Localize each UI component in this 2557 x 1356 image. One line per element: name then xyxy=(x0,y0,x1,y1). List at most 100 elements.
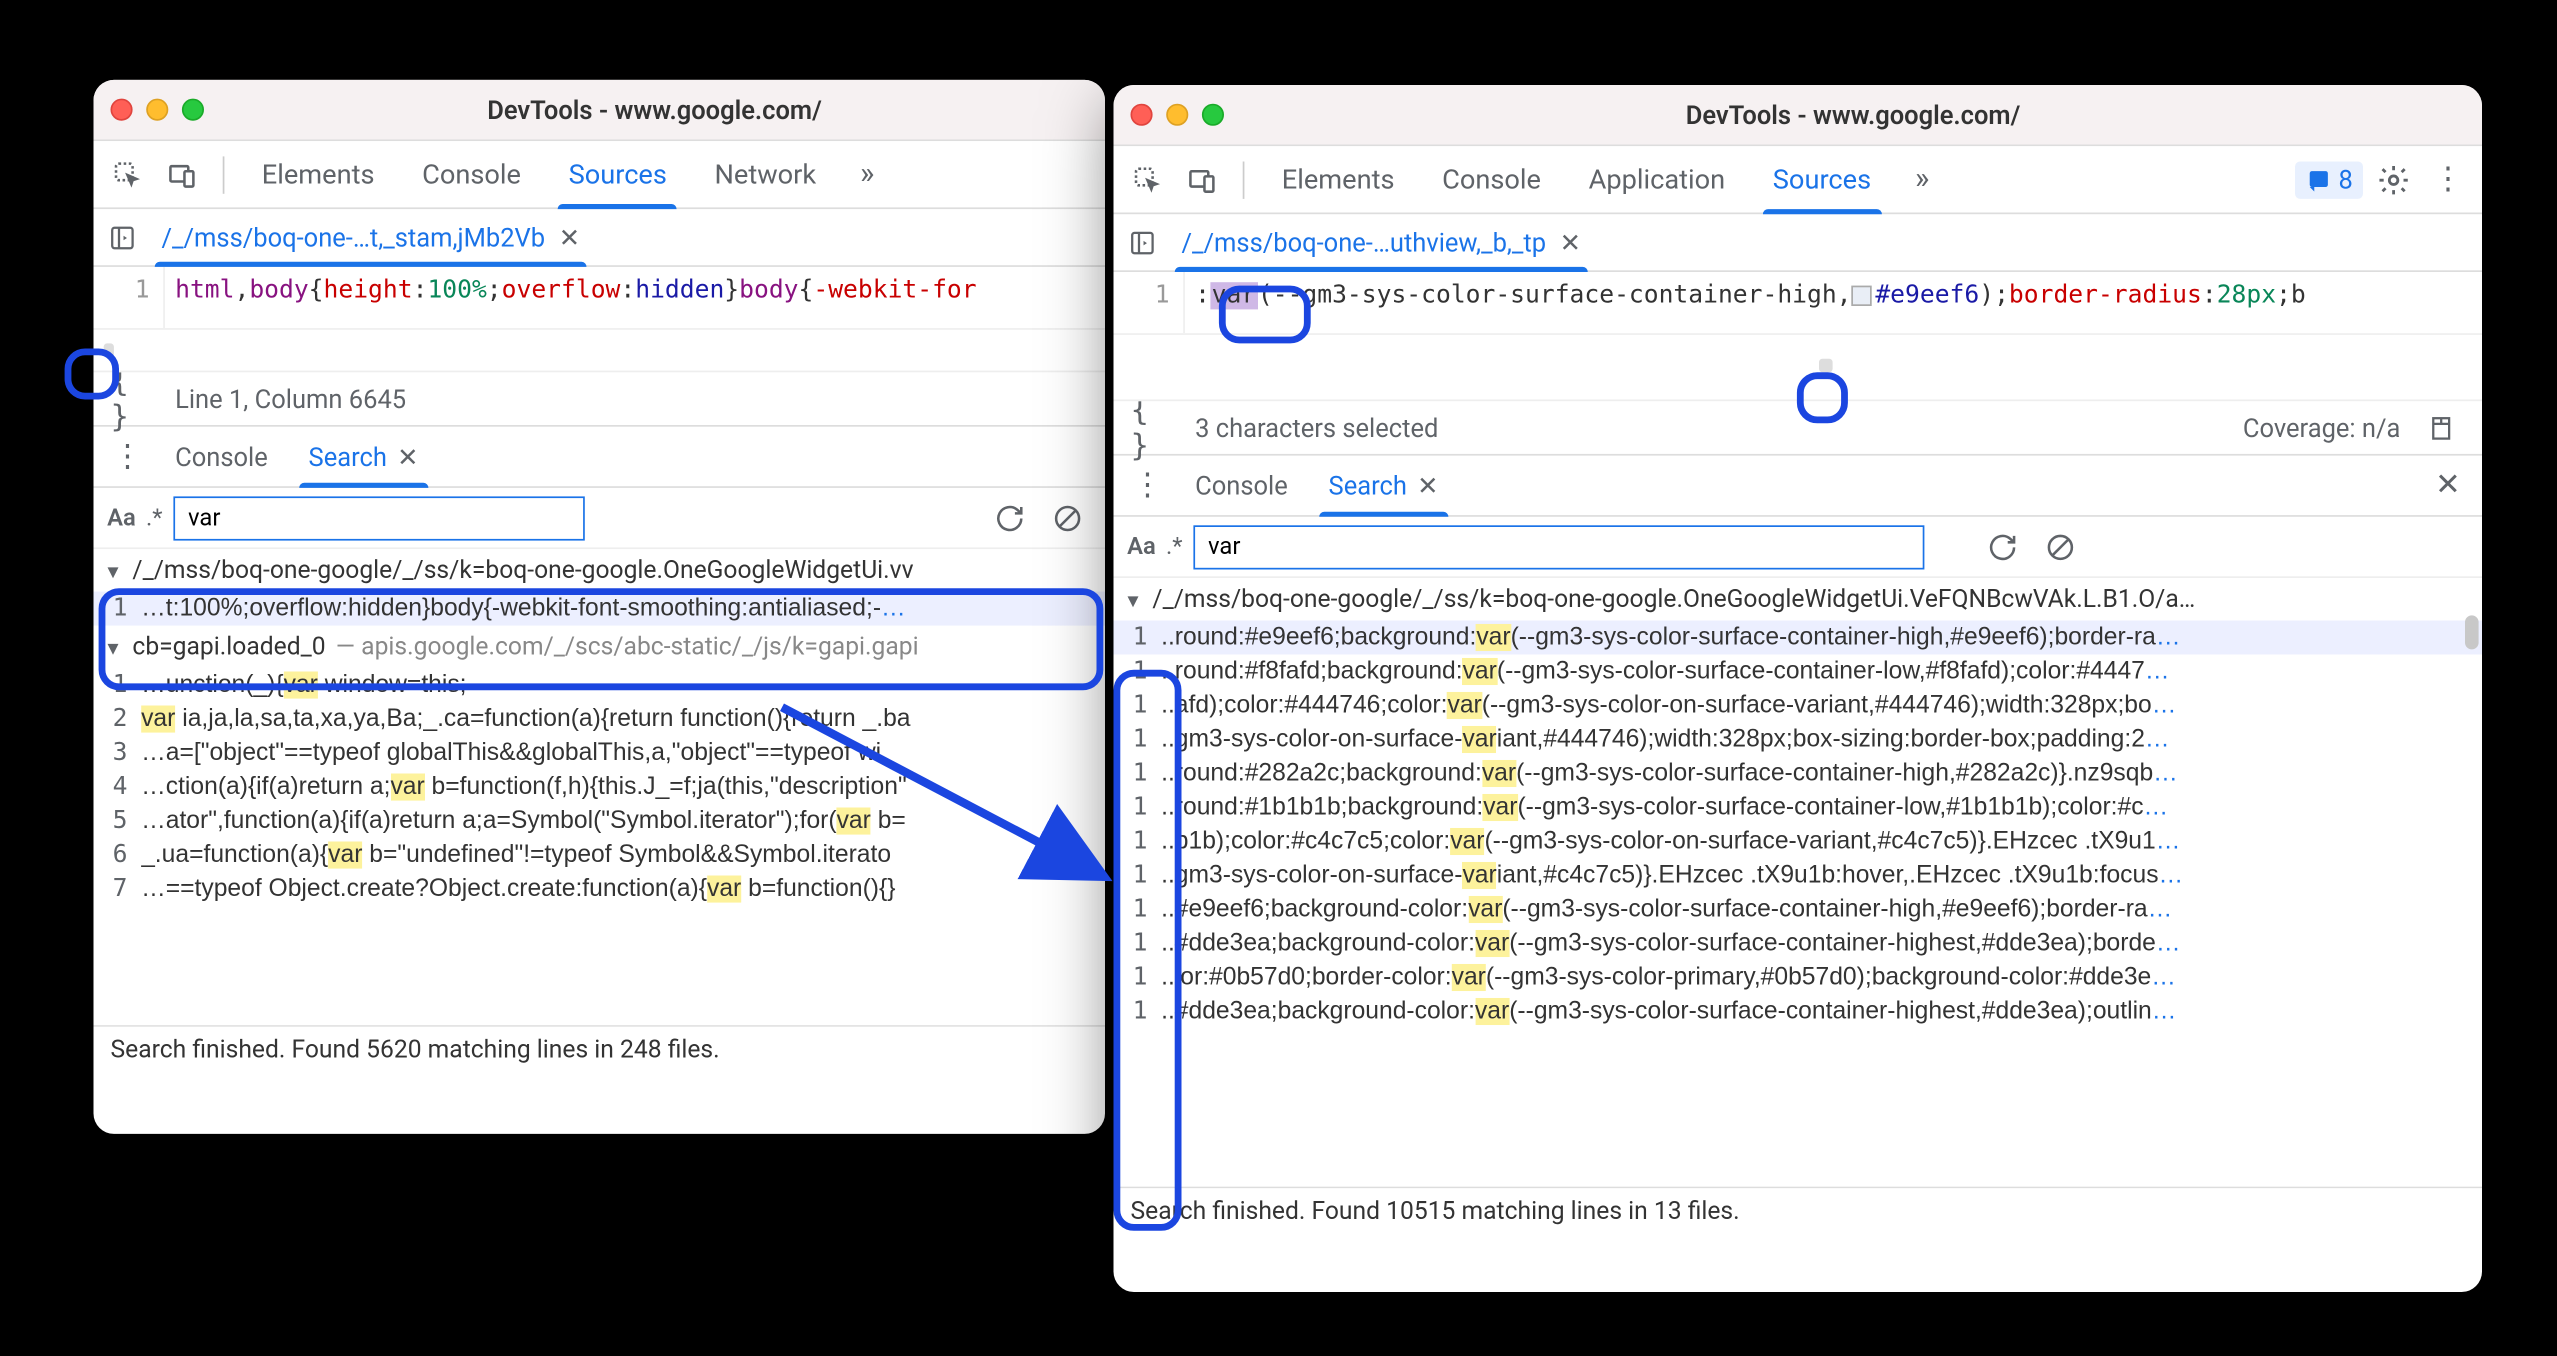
close-icon[interactable]: ✕ xyxy=(1560,227,1581,258)
result-line[interactable]: 1..b1b);color:#c4c7c5;color:var(--gm3-sy… xyxy=(1114,825,2483,859)
minimize-window-icon[interactable] xyxy=(1166,104,1188,126)
result-file-header[interactable]: ▼cb=gapi.loaded_0 — apis.google.com/_/sc… xyxy=(94,626,1106,669)
issues-count: 8 xyxy=(2338,164,2352,195)
navigator-toggle-icon[interactable] xyxy=(100,213,144,261)
refresh-icon[interactable] xyxy=(986,494,1034,542)
result-line[interactable]: 4…ction(a){if(a)return a;var b=function(… xyxy=(94,770,1106,804)
result-line[interactable]: 1…t:100%;overflow:hidden}body{-webkit-fo… xyxy=(94,592,1106,626)
file-tab[interactable]: /_/mss/boq-one-…t,_stam,jMb2Vb ✕ xyxy=(145,208,598,266)
search-results[interactable]: ▼/_/mss/boq-one-google/_/ss/k=boq-one-go… xyxy=(1114,578,2483,1187)
close-icon[interactable]: ✕ xyxy=(1417,470,1438,501)
search-input[interactable] xyxy=(173,496,585,540)
close-window-icon[interactable] xyxy=(1131,104,1153,126)
result-line[interactable]: 6_.ua=function(a){var b="undefined"!=typ… xyxy=(94,838,1106,872)
drawer-tab-search[interactable]: Search ✕ xyxy=(1312,455,1456,516)
maximize-window-icon[interactable] xyxy=(1202,104,1224,126)
result-line[interactable]: 3…a=["object"==typeof globalThis&&global… xyxy=(94,736,1106,770)
drawer-menu-icon[interactable]: ⋮ xyxy=(104,433,152,481)
search-status: Search finished. Found 10515 matching li… xyxy=(1114,1187,2483,1235)
main-toolbar: Elements Console Application Sources » 8… xyxy=(1114,146,2483,214)
regex-toggle[interactable]: .* xyxy=(146,504,163,531)
devtools-window-right: DevTools - www.google.com/ Elements Cons… xyxy=(1114,85,2483,1292)
minimize-window-icon[interactable] xyxy=(146,99,168,121)
issues-badge[interactable]: 8 xyxy=(2294,161,2363,198)
result-line[interactable]: 1..#e9eef6;background-color:var(--gm3-sy… xyxy=(1114,893,2483,927)
titlebar: DevTools - www.google.com/ xyxy=(1114,85,2483,146)
drawer-tab-search[interactable]: Search ✕ xyxy=(292,426,436,487)
result-line[interactable]: 1..#dde3ea;background-color:var(--gm3-sy… xyxy=(1114,995,2483,1029)
code-minimap[interactable] xyxy=(1114,333,2483,401)
drawer-tabs: ⋮ Console Search ✕ ✕ xyxy=(1114,456,2483,517)
tab-elements[interactable]: Elements xyxy=(1261,145,1415,213)
close-drawer-icon[interactable]: ✕ xyxy=(2424,462,2472,510)
search-input[interactable] xyxy=(1193,524,1924,568)
drawer-tab-console[interactable]: Console xyxy=(158,426,285,487)
search-status-text: Search finished. Found 5620 matching lin… xyxy=(111,1035,720,1064)
tab-application[interactable]: Application xyxy=(1568,145,1745,213)
result-line[interactable]: 1..round:#f8fafd;background:var(--gm3-sy… xyxy=(1114,655,2483,689)
settings-icon[interactable] xyxy=(2370,156,2418,204)
result-file-header[interactable]: ▼/_/mss/boq-one-google/_/ss/k=boq-one-go… xyxy=(1114,578,2483,621)
tab-elements[interactable]: Elements xyxy=(241,140,395,208)
result-line[interactable]: 7…==typeof Object.create?Object.create:f… xyxy=(94,872,1106,906)
close-icon[interactable]: ✕ xyxy=(559,222,580,253)
result-line[interactable]: 1..round:#282a2c;background:var(--gm3-sy… xyxy=(1114,757,2483,791)
result-line[interactable]: 1..round:#1b1b1b;background:var(--gm3-sy… xyxy=(1114,791,2483,825)
scrollbar-thumb[interactable] xyxy=(2465,615,2479,649)
search-status-text: Search finished. Found 10515 matching li… xyxy=(1131,1197,1740,1226)
inspect-icon[interactable] xyxy=(104,150,152,198)
maximize-window-icon[interactable] xyxy=(182,99,204,121)
tab-console[interactable]: Console xyxy=(1422,145,1562,213)
line-gutter: 1 xyxy=(94,267,165,328)
editor-statusbar: { } Line 1, Column 6645 xyxy=(94,372,1106,426)
line-gutter: 1 xyxy=(1114,272,1185,333)
titlebar: DevTools - www.google.com/ xyxy=(94,80,1106,141)
result-file-header[interactable]: ▼/_/mss/boq-one-google/_/ss/k=boq-one-go… xyxy=(94,549,1106,592)
result-line[interactable]: 5…ator",function(a){if(a)return a;a=Symb… xyxy=(94,804,1106,838)
tab-sources[interactable]: Sources xyxy=(1752,145,1891,213)
device-toolbar-icon[interactable] xyxy=(158,150,206,198)
code-minimap[interactable] xyxy=(94,328,1106,372)
inspect-icon[interactable] xyxy=(1124,156,1172,204)
result-line[interactable]: 1..gm3-sys-color-on-surface-variant,#c4c… xyxy=(1114,859,2483,893)
regex-toggle[interactable]: .* xyxy=(1166,533,1183,560)
result-line[interactable]: 1..gm3-sys-color-on-surface-variant,#444… xyxy=(1114,723,2483,757)
result-line[interactable]: 1..#dde3ea;background-color:var(--gm3-sy… xyxy=(1114,927,2483,961)
refresh-icon[interactable] xyxy=(1978,523,2026,571)
separator xyxy=(1243,161,1245,198)
more-tabs-icon[interactable]: » xyxy=(843,150,891,198)
close-window-icon[interactable] xyxy=(111,99,133,121)
devtools-window-left: DevTools - www.google.com/ Elements Cons… xyxy=(94,80,1106,1134)
pretty-print-icon[interactable]: { } xyxy=(111,375,159,423)
close-icon[interactable]: ✕ xyxy=(397,441,418,472)
match-case-toggle[interactable]: Aa xyxy=(107,504,136,531)
clear-icon[interactable] xyxy=(1044,494,1092,542)
drawer-tab-label: Search xyxy=(309,441,387,472)
search-results[interactable]: ▼/_/mss/boq-one-google/_/ss/k=boq-one-go… xyxy=(94,549,1106,1025)
tab-console[interactable]: Console xyxy=(402,140,542,208)
selection-status: 3 characters selected xyxy=(1195,412,1438,443)
more-tabs-icon[interactable]: » xyxy=(1898,156,1946,204)
drawer-menu-icon[interactable]: ⋮ xyxy=(1124,462,1172,510)
device-toolbar-icon[interactable] xyxy=(1178,156,1226,204)
coverage-icon[interactable] xyxy=(2417,404,2465,452)
result-line[interactable]: 1..afd);color:#444746;color:var(--gm3-sy… xyxy=(1114,689,2483,723)
code-editor[interactable]: 1 html,body{height:100%;overflow:hidden}… xyxy=(94,267,1106,328)
result-line[interactable]: 1…unction(_){var window=this; xyxy=(94,668,1106,702)
result-line[interactable]: 1..lor:#0b57d0;border-color:var(--gm3-sy… xyxy=(1114,961,2483,995)
result-line[interactable]: 2var ia,ja,la,sa,ta,xa,ya,Ba;_.ca=functi… xyxy=(94,702,1106,736)
code-editor[interactable]: 1 :var(--gm3-sys-color-surface-container… xyxy=(1114,272,2483,333)
kebab-menu-icon[interactable]: ⋮ xyxy=(2424,156,2472,204)
file-tab[interactable]: /_/mss/boq-one-…uthview,_b,_tp ✕ xyxy=(1165,213,1599,271)
tab-network[interactable]: Network xyxy=(694,140,836,208)
main-toolbar: Elements Console Sources Network » xyxy=(94,141,1106,209)
tab-sources[interactable]: Sources xyxy=(548,140,687,208)
cursor-position: Line 1, Column 6645 xyxy=(175,383,406,414)
result-line[interactable]: 1..round:#e9eef6;background:var(--gm3-sy… xyxy=(1114,621,2483,655)
match-case-toggle[interactable]: Aa xyxy=(1127,533,1156,560)
pretty-print-icon[interactable]: { } xyxy=(1131,404,1179,452)
clear-icon[interactable] xyxy=(2036,523,2084,571)
navigator-toggle-icon[interactable] xyxy=(1120,218,1164,266)
drawer-tab-console[interactable]: Console xyxy=(1178,455,1305,516)
file-tab-row: /_/mss/boq-one-…uthview,_b,_tp ✕ xyxy=(1114,214,2483,272)
